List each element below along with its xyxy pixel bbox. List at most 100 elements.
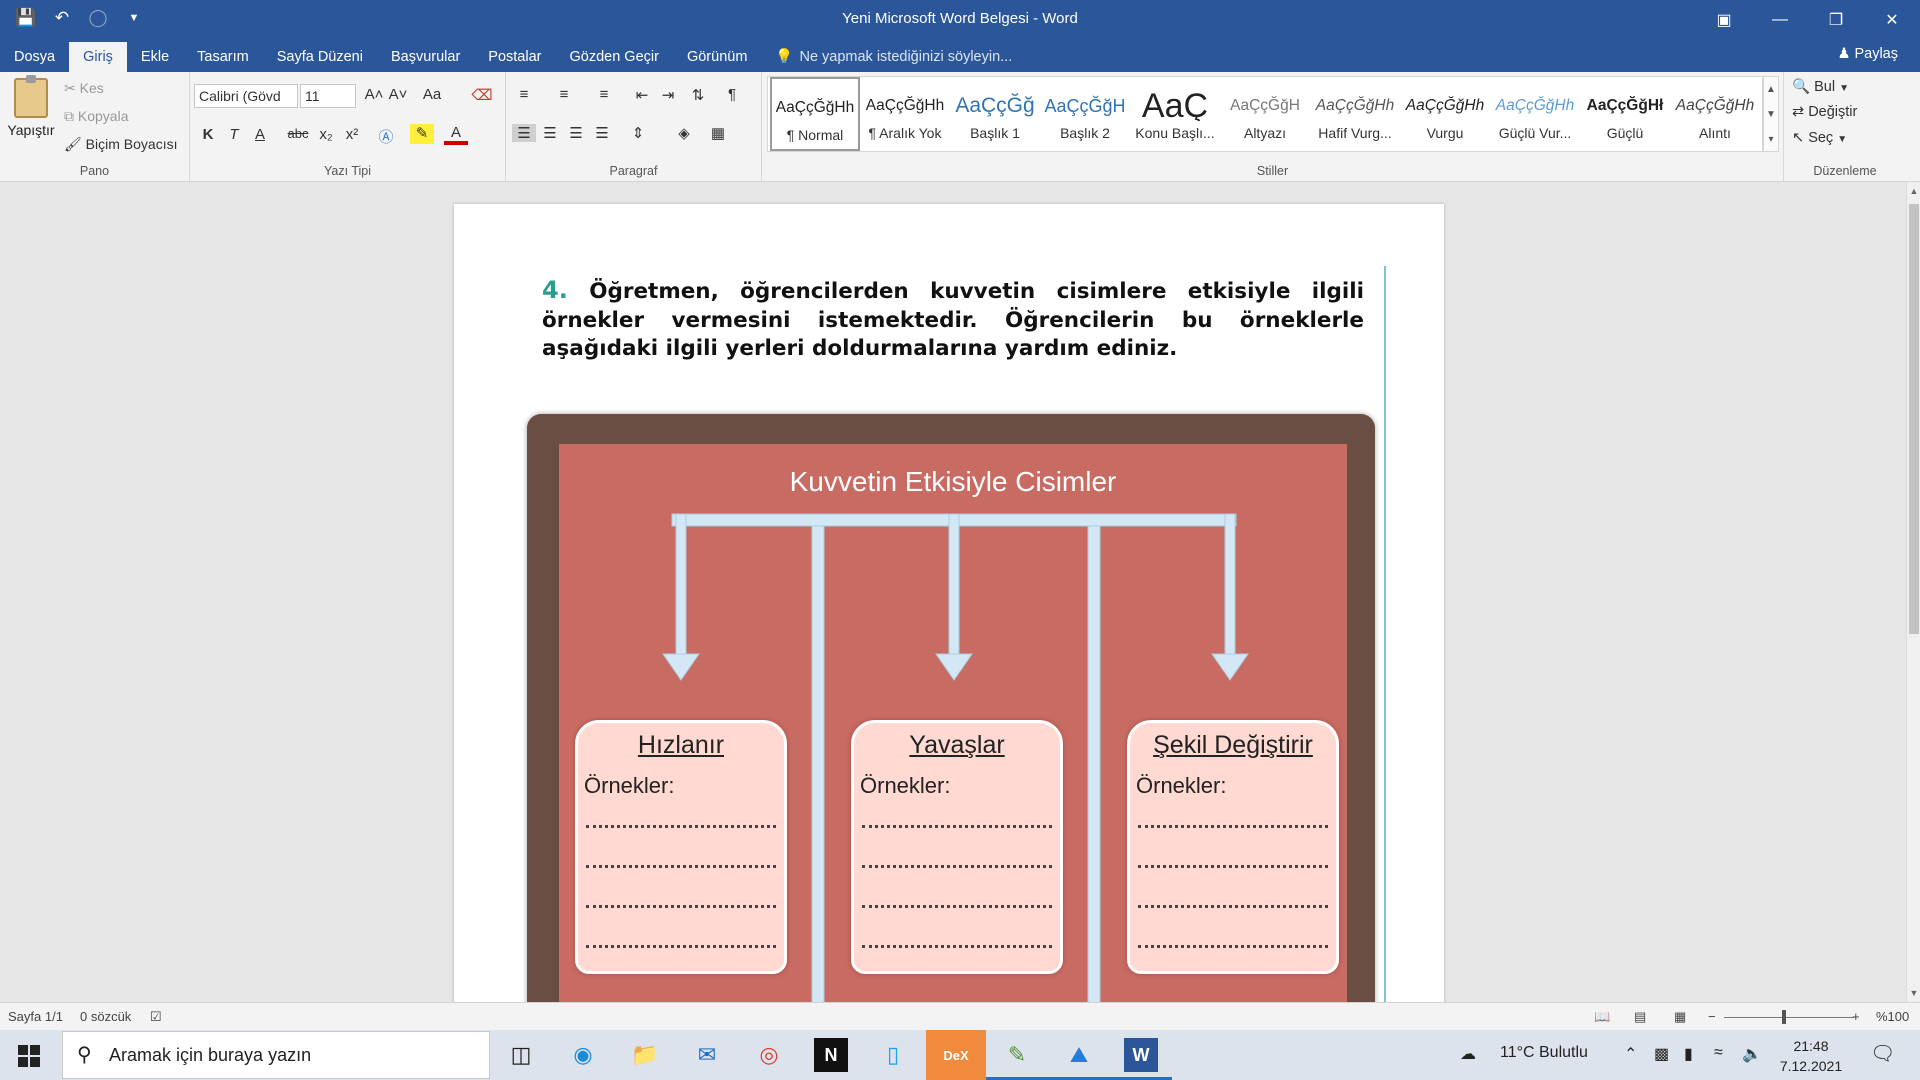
align-center-icon[interactable]: ☰ [538,124,562,142]
tab-gozden-gecir[interactable]: Gözden Geçir [555,42,672,72]
align-left-icon[interactable]: ☰ [512,124,536,142]
underline-button[interactable]: A [248,126,272,143]
format-painter-button[interactable]: 🖌 Biçim Boyacısı [64,136,177,153]
paint-app-icon[interactable]: ✎ [986,1038,1048,1080]
line-spacing-icon[interactable]: ⇕ [626,124,650,142]
edge-icon[interactable]: ◉ [566,1038,600,1072]
tell-me-box[interactable]: 💡 Ne yapmak istediğinizi söyleyin... [761,42,1012,72]
maximize-button[interactable]: ❐ [1808,0,1864,40]
chrome-icon[interactable]: ◎ [752,1038,786,1072]
style-quote[interactable]: AaÇçĞğHh Alıntı [1670,77,1760,151]
style-normal[interactable]: AaÇçĞğHh ¶ Normal [770,77,860,151]
find-button[interactable]: 🔍 Bul ▼ [1792,78,1849,95]
tab-dosya[interactable]: Dosya [0,42,69,72]
notion-icon[interactable]: N [814,1038,848,1072]
tab-ekle[interactable]: Ekle [127,42,183,72]
scroll-thumb[interactable] [1909,204,1919,634]
highlight-icon[interactable]: ✎ [410,124,434,144]
page-indicator[interactable]: Sayfa 1/1 [8,1009,63,1024]
blank-line[interactable] [1138,945,1328,948]
notification-icon[interactable]: 🗨 [1870,1041,1895,1066]
cut-button[interactable]: ✂ Kes [64,80,104,97]
chevron-down-icon[interactable]: ▼ [1766,109,1776,120]
zoom-slider[interactable] [1724,1017,1854,1018]
tab-tasarim[interactable]: Tasarım [183,42,263,72]
blank-line[interactable] [586,945,776,948]
strikethrough-button[interactable]: abc [282,126,314,141]
document-page[interactable]: 4. Öğretmen, öğrencilerden kuvvetin cisi… [454,204,1444,1002]
vertical-scrollbar[interactable]: ▲ ▼ [1906,182,1920,1002]
style-heading-2[interactable]: AaÇçĞğH Başlık 2 [1040,77,1130,151]
style-emphasis[interactable]: AaÇçĞğHh Vurgu [1400,77,1490,151]
tab-basvurular[interactable]: Başvurular [377,42,474,72]
word-count[interactable]: 0 sözcük [80,1009,131,1024]
clear-format-icon[interactable]: ⌫ [470,86,494,104]
tab-giris[interactable]: Giriş [69,42,127,72]
blank-line[interactable] [862,905,1052,908]
file-explorer-icon[interactable]: 📁 [628,1038,662,1072]
font-name-box[interactable]: Calibri (Gövd [194,84,298,108]
photos-icon[interactable]: ⛰ [1048,1038,1110,1080]
blank-line[interactable] [862,825,1052,828]
replace-button[interactable]: ⇄ Değiştir [1792,104,1857,120]
weather-text[interactable]: 11°C Bulutlu [1500,1044,1588,1062]
style-strong[interactable]: AaÇçĞğHł Güçlü [1580,77,1670,151]
multilevel-list-icon[interactable]: ≡ [592,86,616,103]
mail-icon[interactable]: ✉ [690,1038,724,1072]
subscript-button[interactable]: x₂ [314,126,338,143]
pilcrow-icon[interactable]: ¶ [720,86,744,103]
web-layout-icon[interactable]: ▦ [1674,1009,1686,1025]
style-heading-1[interactable]: AaÇçĞğ Başlık 1 [950,77,1040,151]
blank-line[interactable] [586,905,776,908]
font-color-icon[interactable]: A [444,124,468,145]
bold-button[interactable]: K [196,126,220,143]
print-layout-icon[interactable]: ▤ [1634,1009,1646,1025]
numbering-icon[interactable]: ≡ [552,86,576,103]
more-styles-icon[interactable]: ▾ [1768,134,1773,145]
bullets-icon[interactable]: ≡ [512,86,536,103]
phone-app-icon[interactable]: ▯ [876,1038,910,1072]
taskbar-search[interactable]: ⚲ Aramak için buraya yazın [62,1031,490,1079]
minimize-button[interactable]: — [1752,0,1808,40]
tray-chevron-icon[interactable]: ⌃ [1624,1044,1637,1064]
grow-font-button[interactable]: A˄ [362,86,386,103]
copy-button[interactable]: ⧉ Kopyala [64,108,128,125]
change-case-button[interactable]: Aa [416,86,448,103]
windows-start-icon[interactable] [18,1045,40,1067]
taskbar-clock[interactable]: 21:48 7.12.2021 [1756,1036,1866,1076]
style-intense-emphasis[interactable]: AaÇçĞğHh Güçlü Vur... [1490,77,1580,151]
zoom-slider-thumb[interactable] [1782,1010,1786,1024]
style-title[interactable]: AaÇ Konu Başlı... [1130,77,1220,151]
dex-app-icon[interactable]: DeX [926,1030,986,1080]
zoom-out-button[interactable]: − [1708,1009,1716,1024]
superscript-button[interactable]: x² [340,126,364,143]
justify-icon[interactable]: ☰ [590,124,614,142]
close-button[interactable]: ✕ [1864,0,1920,40]
tab-gorunum[interactable]: Görünüm [673,42,761,72]
battery-icon[interactable]: ▮ [1684,1044,1693,1064]
wifi-icon[interactable]: ≈ [1714,1044,1723,1062]
font-size-box[interactable]: 11 [300,84,356,108]
task-view-icon[interactable]: ◫ [504,1038,538,1072]
blank-line[interactable] [862,945,1052,948]
blank-line[interactable] [586,825,776,828]
blank-line[interactable] [1138,825,1328,828]
share-button[interactable]: ♟ Paylaş [1837,46,1898,62]
word-icon[interactable]: W [1110,1038,1172,1080]
ribbon-display-icon[interactable]: ▣ [1696,0,1752,40]
style-subtle-emphasis[interactable]: AaÇçĞğHh Hafif Vurg... [1310,77,1400,151]
shading-icon[interactable]: ◈ [672,124,696,142]
shrink-font-button[interactable]: A˅ [386,86,410,103]
blank-line[interactable] [862,865,1052,868]
zoom-in-button[interactable]: + [1852,1009,1860,1024]
zoom-level[interactable]: %100 [1876,1009,1909,1024]
chevron-up-icon[interactable]: ▲ [1766,84,1776,95]
blank-line[interactable] [1138,865,1328,868]
device-icon[interactable]: ▩ [1654,1044,1669,1064]
increase-indent-icon[interactable]: ⇥ [656,86,680,104]
read-mode-icon[interactable]: 📖 [1594,1009,1610,1025]
styles-scroll[interactable]: ▲ ▼ ▾ [1763,76,1779,152]
tab-sayfa-duzeni[interactable]: Sayfa Düzeni [263,42,377,72]
style-no-spacing[interactable]: AaÇçĞğHh ¶ Aralık Yok [860,77,950,151]
blank-line[interactable] [1138,905,1328,908]
